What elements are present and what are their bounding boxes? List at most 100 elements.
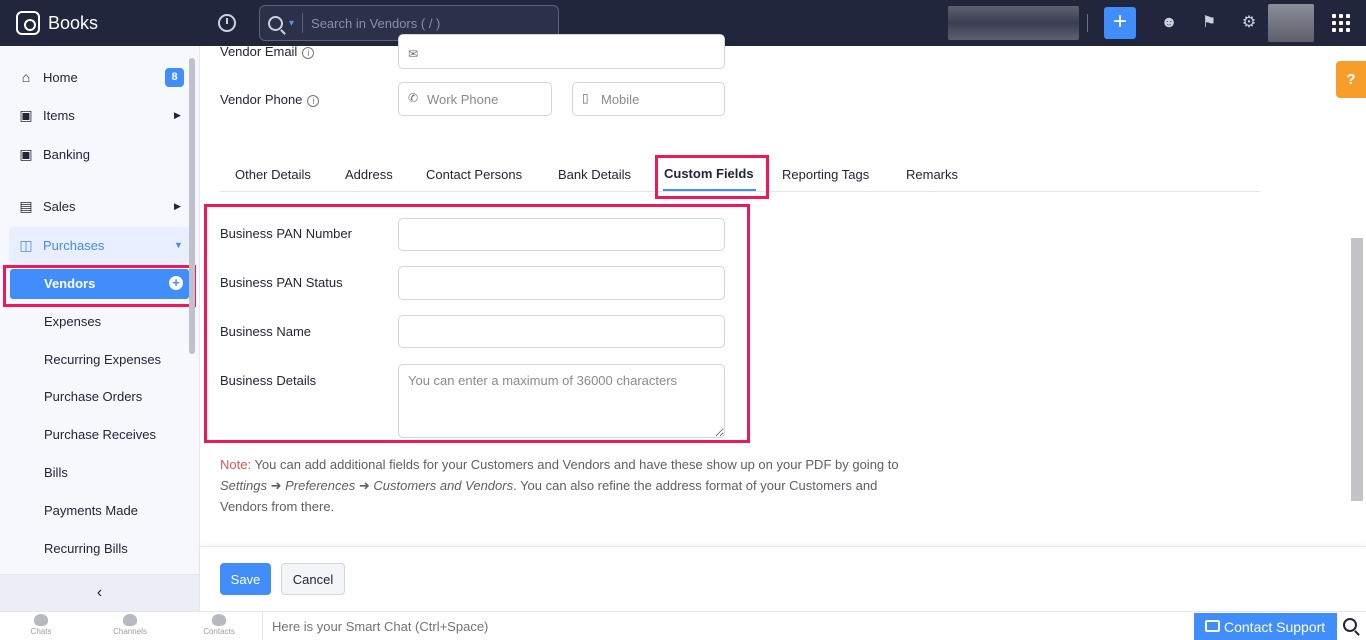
chevron-left-icon: ‹ bbox=[96, 584, 103, 601]
custom-fields-note: Note: You can add additional fields for … bbox=[220, 454, 900, 517]
sidebar: ⌂ Home 8 ▣ Items ▶ ▣ Banking ▤ Sales ▶ ◫… bbox=[0, 46, 200, 611]
business-details-textarea[interactable] bbox=[398, 364, 725, 438]
tab-other-details[interactable]: Other Details bbox=[235, 167, 311, 182]
note-prefix: Note: bbox=[220, 457, 252, 472]
contacts-icon bbox=[212, 614, 226, 626]
sidebar-scrollbar[interactable] bbox=[189, 58, 195, 354]
cancel-button[interactable]: Cancel bbox=[281, 563, 345, 595]
sidebar-item-label: Sales bbox=[43, 198, 76, 214]
business-pan-number-label: Business PAN Number bbox=[220, 226, 352, 241]
custom-fields-tab-highlight-box bbox=[655, 155, 769, 199]
smart-chat-input[interactable] bbox=[263, 612, 1192, 640]
save-button[interactable]: Save bbox=[220, 563, 271, 595]
channels-button[interactable]: Channels bbox=[100, 614, 160, 636]
tab-remarks[interactable]: Remarks bbox=[906, 167, 958, 182]
channels-icon bbox=[123, 614, 137, 626]
bank-icon: ▣ bbox=[19, 146, 33, 162]
info-icon[interactable]: i bbox=[302, 46, 315, 59]
vendor-form: Vendor Email i ✉ Vendor Phone i ✆ Work Pho… bbox=[200, 34, 1366, 546]
sidebar-item-purchase-receives[interactable]: Purchase Receives bbox=[44, 427, 156, 442]
sidebar-item-label: Banking bbox=[43, 146, 90, 162]
sidebar-item-label: Purchases bbox=[43, 237, 105, 253]
sidebar-item-vendors[interactable]: Vendors + bbox=[10, 269, 189, 299]
collapse-sidebar-button[interactable]: ‹ bbox=[0, 574, 199, 611]
note-settings-path: Settings bbox=[220, 478, 267, 493]
sidebar-item-label: Items bbox=[43, 107, 75, 123]
gear-icon[interactable]: ⚙ bbox=[1240, 14, 1258, 32]
business-details-label: Business Details bbox=[220, 373, 317, 388]
apps-grid-icon[interactable] bbox=[1332, 14, 1350, 32]
home-count-badge: 8 bbox=[165, 67, 184, 87]
sidebar-item-label: Home bbox=[43, 69, 78, 85]
app-name: Books bbox=[48, 12, 99, 33]
sidebar-item-purchases[interactable]: ◫ Purchases ▼ bbox=[0, 230, 200, 260]
note-preferences-path: Preferences bbox=[285, 478, 356, 493]
mail-icon bbox=[1205, 620, 1220, 632]
contact-support-button[interactable]: Contact Support bbox=[1194, 613, 1337, 640]
shopping-bag-icon: ◫ bbox=[19, 237, 33, 253]
sidebar-item-label: Vendors bbox=[44, 276, 96, 291]
vendor-email-input[interactable]: ✉ bbox=[398, 34, 725, 69]
contacts-button[interactable]: Contacts bbox=[189, 614, 249, 636]
arrow-right-icon: ➜ bbox=[358, 478, 370, 493]
chevron-down-icon[interactable]: ▾ bbox=[289, 18, 294, 29]
note-text: You can add additional fields for your C… bbox=[251, 457, 899, 472]
quick-create-button[interactable]: + bbox=[1104, 7, 1136, 39]
sidebar-item-items[interactable]: ▣ Items ▶ bbox=[0, 100, 200, 130]
business-name-label: Business Name bbox=[220, 324, 312, 339]
help-button[interactable]: ? bbox=[1336, 61, 1366, 98]
business-pan-status-input[interactable] bbox=[398, 266, 725, 300]
chevron-right-icon: ▶ bbox=[174, 200, 181, 211]
mobile-icon: ▯ bbox=[582, 91, 589, 105]
home-icon: ⌂ bbox=[21, 69, 31, 85]
avatar[interactable] bbox=[1268, 4, 1314, 42]
vendor-phone-label: Vendor Phone i bbox=[220, 92, 320, 107]
form-actions: Save Cancel bbox=[200, 546, 1366, 611]
organization-switcher[interactable] bbox=[948, 6, 1079, 40]
chevron-right-icon: ▶ bbox=[174, 109, 181, 120]
sidebar-item-bills[interactable]: Bills bbox=[44, 465, 68, 480]
books-logo-icon bbox=[16, 11, 40, 35]
sidebar-item-home[interactable]: ⌂ Home 8 bbox=[0, 62, 200, 92]
chat-icon bbox=[34, 614, 48, 626]
sidebar-item-recurring-bills[interactable]: Recurring Bills bbox=[44, 541, 128, 556]
smart-chat-bar[interactable] bbox=[262, 612, 1192, 640]
phone-icon: ✆ bbox=[408, 91, 419, 105]
bell-icon[interactable]: ⚑ bbox=[1200, 14, 1218, 32]
chevron-down-icon: ▼ bbox=[174, 240, 183, 250]
users-icon[interactable]: ☻ bbox=[1160, 14, 1178, 32]
chats-button[interactable]: Chats bbox=[11, 614, 71, 636]
arrow-right-icon: ➜ bbox=[270, 478, 282, 493]
tab-reporting-tags[interactable]: Reporting Tags bbox=[782, 167, 869, 182]
tab-bank-details[interactable]: Bank Details bbox=[558, 167, 631, 182]
sidebar-item-purchase-orders[interactable]: Purchase Orders bbox=[44, 389, 142, 404]
sidebar-item-banking[interactable]: ▣ Banking bbox=[0, 139, 200, 169]
sidebar-item-recurring-expenses[interactable]: Recurring Expenses bbox=[44, 352, 161, 367]
search-icon[interactable] bbox=[268, 15, 283, 31]
work-phone-input[interactable]: ✆ Work Phone bbox=[398, 82, 552, 116]
recent-history-icon[interactable] bbox=[218, 14, 236, 32]
items-icon: ▣ bbox=[19, 107, 33, 123]
mobile-input[interactable]: ▯ Mobile bbox=[572, 82, 725, 116]
brand[interactable]: Books bbox=[0, 0, 200, 46]
tab-address[interactable]: Address bbox=[345, 167, 393, 182]
note-customers-vendors-path: Customers and Vendors bbox=[373, 478, 514, 493]
mail-icon: ✉ bbox=[408, 47, 419, 61]
sidebar-item-payments-made[interactable]: Payments Made bbox=[44, 503, 138, 518]
search-input[interactable] bbox=[311, 15, 532, 31]
content-scrollbar[interactable] bbox=[1351, 238, 1363, 501]
bottom-bar: Chats Channels Contacts Contact Support bbox=[0, 611, 1366, 640]
business-pan-number-input[interactable] bbox=[398, 218, 725, 251]
topbar-divider bbox=[1087, 14, 1088, 32]
search-divider bbox=[302, 13, 304, 33]
vendor-email-label: Vendor Email i bbox=[220, 44, 315, 59]
sidebar-item-expenses[interactable]: Expenses bbox=[44, 314, 101, 329]
tab-contact-persons[interactable]: Contact Persons bbox=[426, 167, 522, 182]
search-icon[interactable] bbox=[1343, 618, 1357, 632]
add-vendor-icon[interactable]: + bbox=[169, 276, 183, 290]
business-name-input[interactable] bbox=[398, 315, 725, 348]
info-icon[interactable]: i bbox=[307, 94, 320, 107]
cart-icon: ▤ bbox=[19, 198, 33, 214]
sidebar-item-sales[interactable]: ▤ Sales ▶ bbox=[0, 191, 200, 221]
contact-support-label: Contact Support bbox=[1224, 619, 1326, 635]
